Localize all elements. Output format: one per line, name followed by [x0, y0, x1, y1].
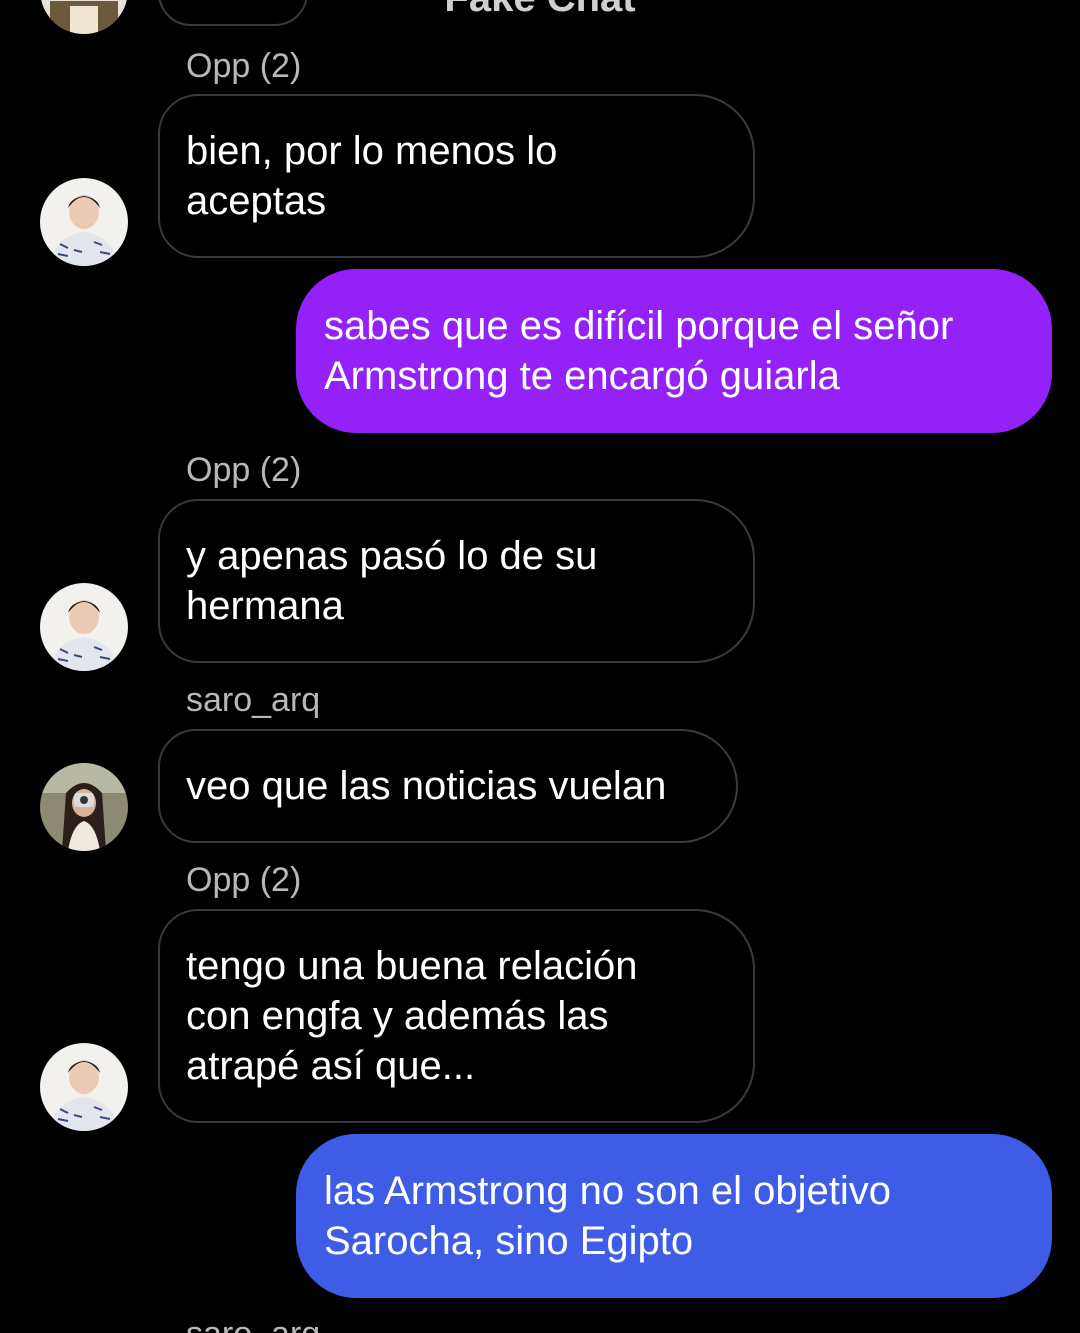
message-text: las Armstrong no son el objetivo Sarocha… [324, 1169, 891, 1263]
partial-message-bubble[interactable] [158, 0, 308, 26]
avatar-opp-icon[interactable] [40, 1043, 128, 1131]
sender-label: saro_arq [186, 681, 321, 719]
sender-label: Opp (2) [186, 451, 302, 489]
chat-screen: Fake Chat Opp (2) bien, por lo menos lo … [0, 0, 1080, 1333]
incoming-message-bubble[interactable]: bien, por lo menos lo aceptas [158, 94, 755, 258]
message-text: sabes que es difícil porque el señor Arm… [324, 304, 954, 398]
sender-label: saro_arq [186, 1314, 320, 1333]
sender-label: Opp (2) [186, 861, 302, 899]
incoming-message-bubble[interactable]: veo que las noticias vuelan [158, 729, 738, 843]
sender-label: Opp (2) [186, 47, 302, 85]
message-text: bien, por lo menos lo aceptas [186, 129, 558, 223]
message-text: veo que las noticias vuelan [186, 764, 667, 808]
outgoing-message-bubble[interactable]: las Armstrong no son el objetivo Sarocha… [296, 1134, 1052, 1298]
message-text: y apenas pasó lo de su hermana [186, 534, 598, 628]
avatar-opp-icon[interactable] [40, 583, 128, 671]
incoming-message-bubble[interactable]: y apenas pasó lo de su hermana [158, 499, 755, 663]
avatar-opp-icon[interactable] [40, 178, 128, 266]
message-text: tengo una buena relación con engfa y ade… [186, 944, 638, 1088]
avatar-saro-icon[interactable] [40, 763, 128, 851]
outgoing-message-bubble[interactable]: sabes que es difícil porque el señor Arm… [296, 269, 1052, 433]
avatar-partial-icon[interactable] [40, 0, 128, 34]
incoming-message-bubble[interactable]: tengo una buena relación con engfa y ade… [158, 909, 755, 1123]
